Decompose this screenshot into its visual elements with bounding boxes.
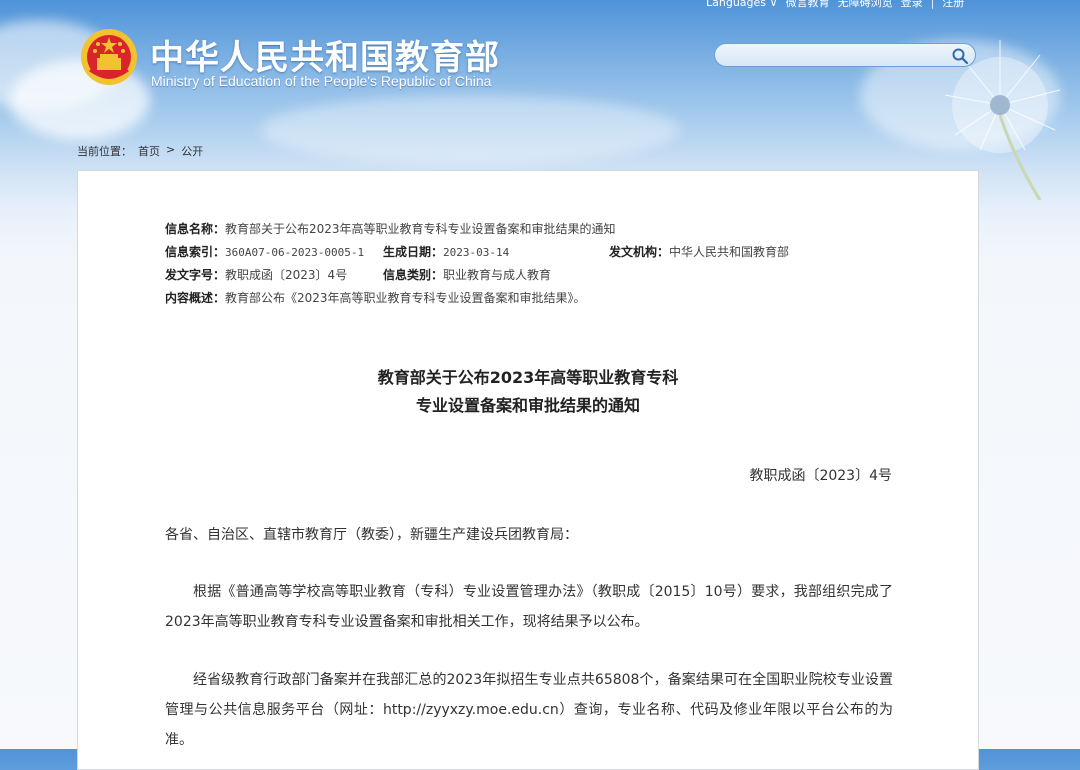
breadcrumb-current[interactable]: 公开: [181, 143, 203, 159]
site-title[interactable]: 中华人民共和国教育部: [150, 30, 500, 79]
meta-date-label: 生成日期：: [383, 245, 444, 259]
meta-date-value: 2023-03-14: [443, 246, 510, 259]
sky-cloud: [260, 95, 680, 165]
search-icon[interactable]: [951, 47, 969, 65]
document-title-line2: 专业设置备案和审批结果的通知: [415, 396, 640, 415]
body-paragraph-1: 根据《普通高等学校高等职业教育（专科）专业设置管理办法》（教职成〔2015〕10…: [165, 584, 893, 630]
top-links: Languages ∨ 微言教育 无障碍浏览 登录 | 注册: [706, 0, 964, 10]
breadcrumb-home[interactable]: 首页: [138, 143, 160, 159]
meta-summary-value: 教育部公布《2023年高等职业教育专科专业设置备案和审批结果》。: [225, 291, 586, 305]
meta-index-label: 信息索引：: [165, 245, 226, 259]
meta-name-value: 教育部关于公布2023年高等职业教育专科专业设置备案和审批结果的通知: [225, 222, 616, 236]
site-subtitle: Ministry of Education of the People's Re…: [151, 73, 492, 89]
meta-category-value: 职业教育与成人教育: [443, 268, 552, 282]
meta-category-label: 信息类别：: [383, 268, 444, 282]
languages-link[interactable]: Languages ∨: [706, 0, 778, 9]
content-panel: 信息名称：教育部关于公布2023年高等职业教育专科专业设置备案和审批结果的通知 …: [77, 170, 979, 770]
breadcrumb-separator: >: [166, 143, 176, 156]
document-number: 教职成函〔2023〕4号: [749, 468, 892, 484]
breadcrumb: 当前位置： 首页 > 公开: [77, 143, 203, 159]
meta-org-label: 发文机构：: [609, 245, 670, 259]
register-link[interactable]: 注册: [942, 0, 964, 10]
breadcrumb-label: 当前位置：: [77, 145, 132, 158]
meta-docno-value: 教职成函〔2023〕4号: [225, 268, 348, 282]
document-title-line1: 教育部关于公布2023年高等职业教育专科: [377, 368, 679, 387]
meta-docno-label: 发文字号：: [165, 268, 226, 282]
meta-org-value: 中华人民共和国教育部: [669, 245, 790, 259]
search-input[interactable]: [727, 47, 951, 65]
meta-index-value: 360A07-06-2023-0005-1: [225, 246, 365, 259]
document-title: 教育部关于公布2023年高等职业教育专科 专业设置备案和审批结果的通知: [78, 364, 978, 420]
meta-summary-label: 内容概述：: [165, 291, 226, 305]
body-paragraph-2: 经省级教育行政部门备案并在我部汇总的2023年拟招生专业点共65808个，备案结…: [165, 672, 893, 748]
search-box: [714, 43, 976, 67]
login-link[interactable]: 登录: [901, 0, 923, 10]
accessible-browse-link[interactable]: 无障碍浏览: [838, 0, 893, 10]
meta-name-label: 信息名称：: [165, 222, 226, 236]
weibo-link[interactable]: 微言教育: [786, 0, 830, 10]
topbar-separator: |: [930, 0, 935, 9]
salutation: 各省、自治区、直辖市教育厅（教委），新疆生产建设兵团教育局：: [165, 527, 578, 543]
national-emblem-logo[interactable]: [80, 28, 138, 86]
